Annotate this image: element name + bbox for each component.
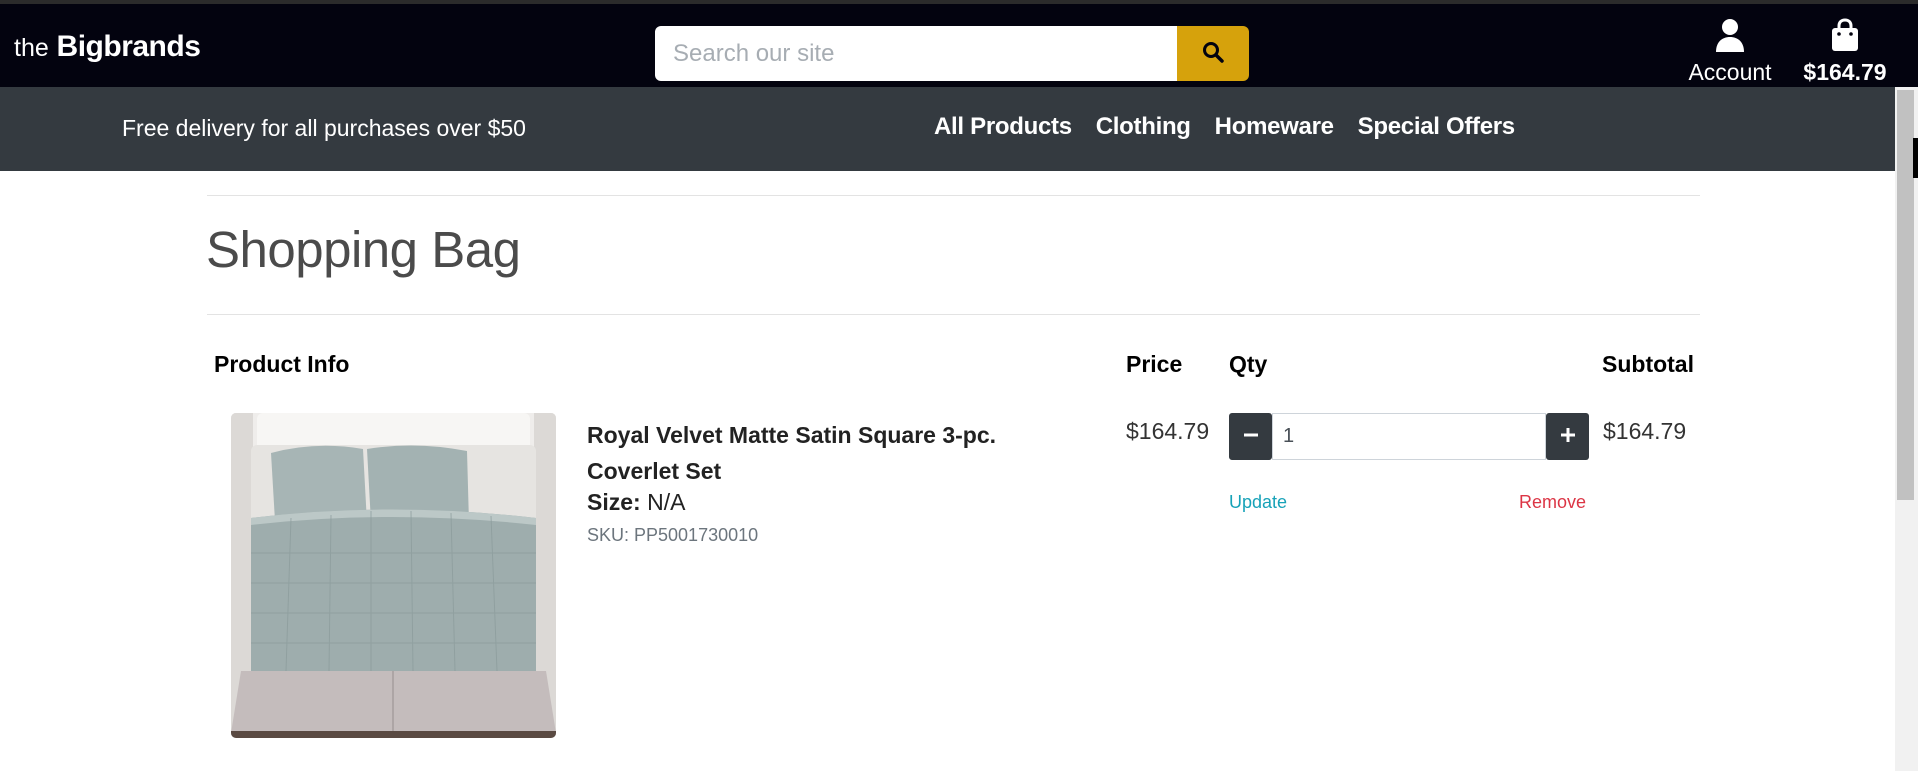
item-subtotal: $164.79 — [1603, 418, 1687, 444]
shopping-bag-icon — [1829, 18, 1861, 56]
size-label: Size: — [587, 489, 641, 515]
search-form — [655, 26, 1249, 81]
header-price: Price — [1126, 351, 1183, 377]
item-price: $164.79 — [1126, 418, 1210, 444]
nav-clothing[interactable]: Clothing — [1096, 113, 1191, 141]
nav-all-products[interactable]: All Products — [934, 113, 1072, 141]
product-size: Size: N/A — [587, 489, 685, 516]
search-input[interactable] — [655, 26, 1177, 81]
delivery-banner: Free delivery for all purchases over $50 — [122, 115, 526, 141]
user-icon — [1714, 19, 1746, 56]
search-icon — [1201, 40, 1225, 67]
product-name-link[interactable]: Royal Velvet Matte Satin Square 3-pc. Co… — [587, 417, 1087, 489]
product-sku: SKU: PP5001730010 — [587, 525, 759, 545]
header-product-info: Product Info — [214, 351, 350, 377]
update-link[interactable]: Update — [1229, 492, 1287, 513]
quantity-stepper — [1229, 413, 1589, 460]
quantity-input[interactable] — [1272, 413, 1546, 460]
scrollbar-thumb[interactable] — [1897, 90, 1914, 500]
remove-link[interactable]: Remove — [1519, 492, 1586, 513]
account-link[interactable]: Account — [1680, 18, 1780, 86]
top-header: the Bigbrands Account — [0, 0, 1918, 87]
bag-total: $164.79 — [1803, 59, 1887, 85]
page-title: Shopping Bag — [206, 221, 521, 278]
nav-special-offers[interactable]: Special Offers — [1358, 113, 1516, 141]
search-button[interactable] — [1177, 26, 1249, 81]
page-scrollbar[interactable] — [1895, 87, 1918, 771]
main-nav: All Products Clothing Homeware Special O… — [934, 113, 1539, 141]
logo-brand: Bigbrands — [56, 30, 201, 63]
scrollbar-edge-marker — [1913, 138, 1918, 178]
secondary-nav-bar: Free delivery for all purchases over $50… — [0, 87, 1918, 171]
site-logo[interactable]: the Bigbrands — [14, 30, 201, 64]
title-divider — [207, 314, 1700, 315]
decrement-qty-button[interactable] — [1229, 413, 1272, 460]
logo-prefix: the — [14, 34, 49, 62]
product-image[interactable] — [231, 413, 556, 738]
top-divider — [207, 195, 1700, 196]
minus-icon — [1243, 427, 1259, 446]
header-qty: Qty — [1229, 351, 1268, 377]
plus-icon — [1560, 427, 1576, 446]
nav-homeware[interactable]: Homeware — [1215, 113, 1334, 141]
header-subtotal: Subtotal — [1602, 351, 1694, 377]
increment-qty-button[interactable] — [1546, 413, 1589, 460]
size-value: N/A — [647, 489, 686, 515]
shopping-bag-link[interactable]: $164.79 — [1795, 18, 1895, 86]
account-label: Account — [1688, 59, 1772, 85]
